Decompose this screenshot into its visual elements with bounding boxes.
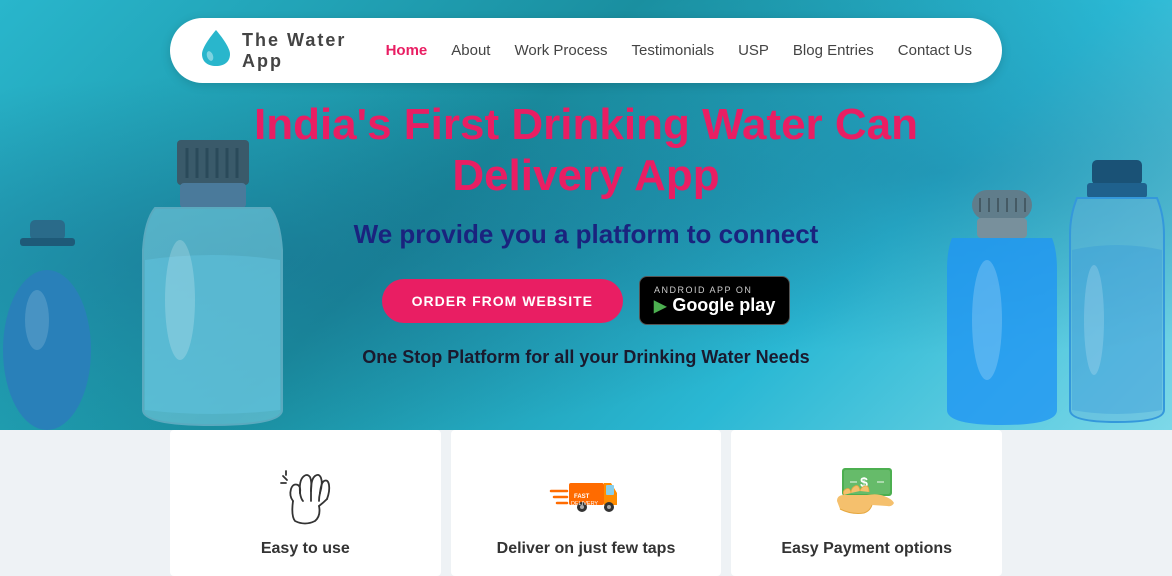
card-payment: $ Easy Payment options <box>731 430 1002 576</box>
logo-area: The Water App <box>200 28 386 73</box>
nav-blog[interactable]: Blog Entries <box>793 42 874 59</box>
payment-icon: $ <box>832 458 902 528</box>
card-payment-label: Easy Payment options <box>781 540 952 558</box>
card-easy-label: Easy to use <box>261 540 350 558</box>
hero-tagline: One Stop Platform for all your Drinking … <box>226 347 946 368</box>
card-deliver: FAST DELIVERY Deliver on just few taps <box>451 430 722 576</box>
gplay-top-text: ANDROID APP ON <box>654 285 775 295</box>
logo-text: The Water App <box>242 30 386 72</box>
hand-icon <box>273 458 338 528</box>
nav-home[interactable]: Home <box>386 42 428 59</box>
nav-work-process[interactable]: Work Process <box>514 42 607 59</box>
bottle-left-1 <box>0 220 95 430</box>
nav-contact[interactable]: Contact Us <box>898 42 972 59</box>
nav-about[interactable]: About <box>451 42 490 59</box>
gplay-triangle-icon: ▶ <box>654 296 666 316</box>
svg-text:DELIVERY: DELIVERY <box>571 501 598 507</box>
nav-testimonials[interactable]: Testimonials <box>632 42 715 59</box>
bottle-right-1 <box>942 190 1062 430</box>
card-easy-to-use: Easy to use <box>170 430 441 576</box>
hero-cta-buttons: ORDER FROM WEBSITE ANDROID APP ON ▶ Goog… <box>226 276 946 325</box>
nav-links: Home About Work Process Testimonials USP… <box>386 42 972 60</box>
card-deliver-label: Deliver on just few taps <box>497 540 676 558</box>
fast-delivery-icon: FAST DELIVERY <box>549 458 624 528</box>
nav-usp[interactable]: USP <box>738 42 769 59</box>
order-from-website-button[interactable]: ORDER FROM WEBSITE <box>382 279 623 323</box>
gplay-bottom-text: ▶ Google play <box>654 295 775 316</box>
navbar: The Water App Home About Work Process Te… <box>170 18 1002 83</box>
logo-droplet-icon <box>200 28 232 73</box>
cards-section: Easy to use FAST <box>0 430 1172 576</box>
hero-subtitle: We provide you a platform to connect <box>226 219 946 250</box>
google-play-button[interactable]: ANDROID APP ON ▶ Google play <box>639 276 790 325</box>
hero-title: India's First Drinking Water CanDelivery… <box>226 100 946 201</box>
bottle-right-2 <box>1062 160 1172 430</box>
svg-text:FAST: FAST <box>574 494 590 500</box>
